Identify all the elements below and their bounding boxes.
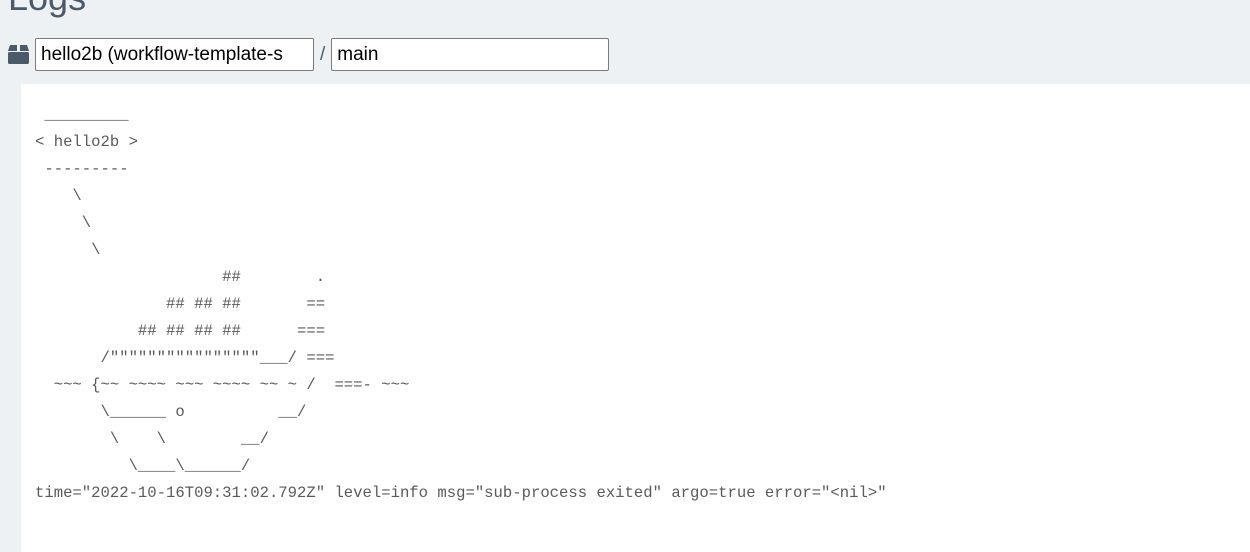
log-line: \ <box>35 187 82 205</box>
container-select-input[interactable] <box>331 38 610 71</box>
log-line: < hello2b > <box>35 133 138 151</box>
log-line: ~~~ {~~ ~~~~ ~~~ ~~~~ ~~ ~ / ===- ~~~ <box>35 376 410 394</box>
cube-icon <box>7 43 30 66</box>
log-line: \ <box>35 241 101 259</box>
page-title: Logs <box>8 0 86 18</box>
log-line: time="2022-10-16T09:31:02.792Z" level=in… <box>35 484 887 502</box>
log-line: ## . <box>35 268 326 286</box>
path-separator: / <box>320 43 326 65</box>
log-line: \ <box>35 214 92 232</box>
log-line: _________ <box>35 106 129 124</box>
log-line: --------- <box>35 160 129 178</box>
log-line: \ \ __/ <box>35 430 269 448</box>
log-output-panel[interactable]: _________ < hello2b > --------- \ \ \ ##… <box>21 84 1250 552</box>
log-output-text: _________ < hello2b > --------- \ \ \ ##… <box>35 102 887 507</box>
log-line: \____\______/ <box>35 457 251 475</box>
logs-page: Logs / _________ < hello2b > --------- \… <box>0 0 1250 552</box>
log-line: ## ## ## ## === <box>35 322 326 340</box>
log-source-selector: / <box>7 38 610 71</box>
log-line: ## ## ## == <box>35 295 326 313</box>
log-line: /""""""""""""""""___/ === <box>35 349 335 367</box>
pod-select-input[interactable] <box>35 38 314 71</box>
log-line: \______ o __/ <box>35 403 307 421</box>
